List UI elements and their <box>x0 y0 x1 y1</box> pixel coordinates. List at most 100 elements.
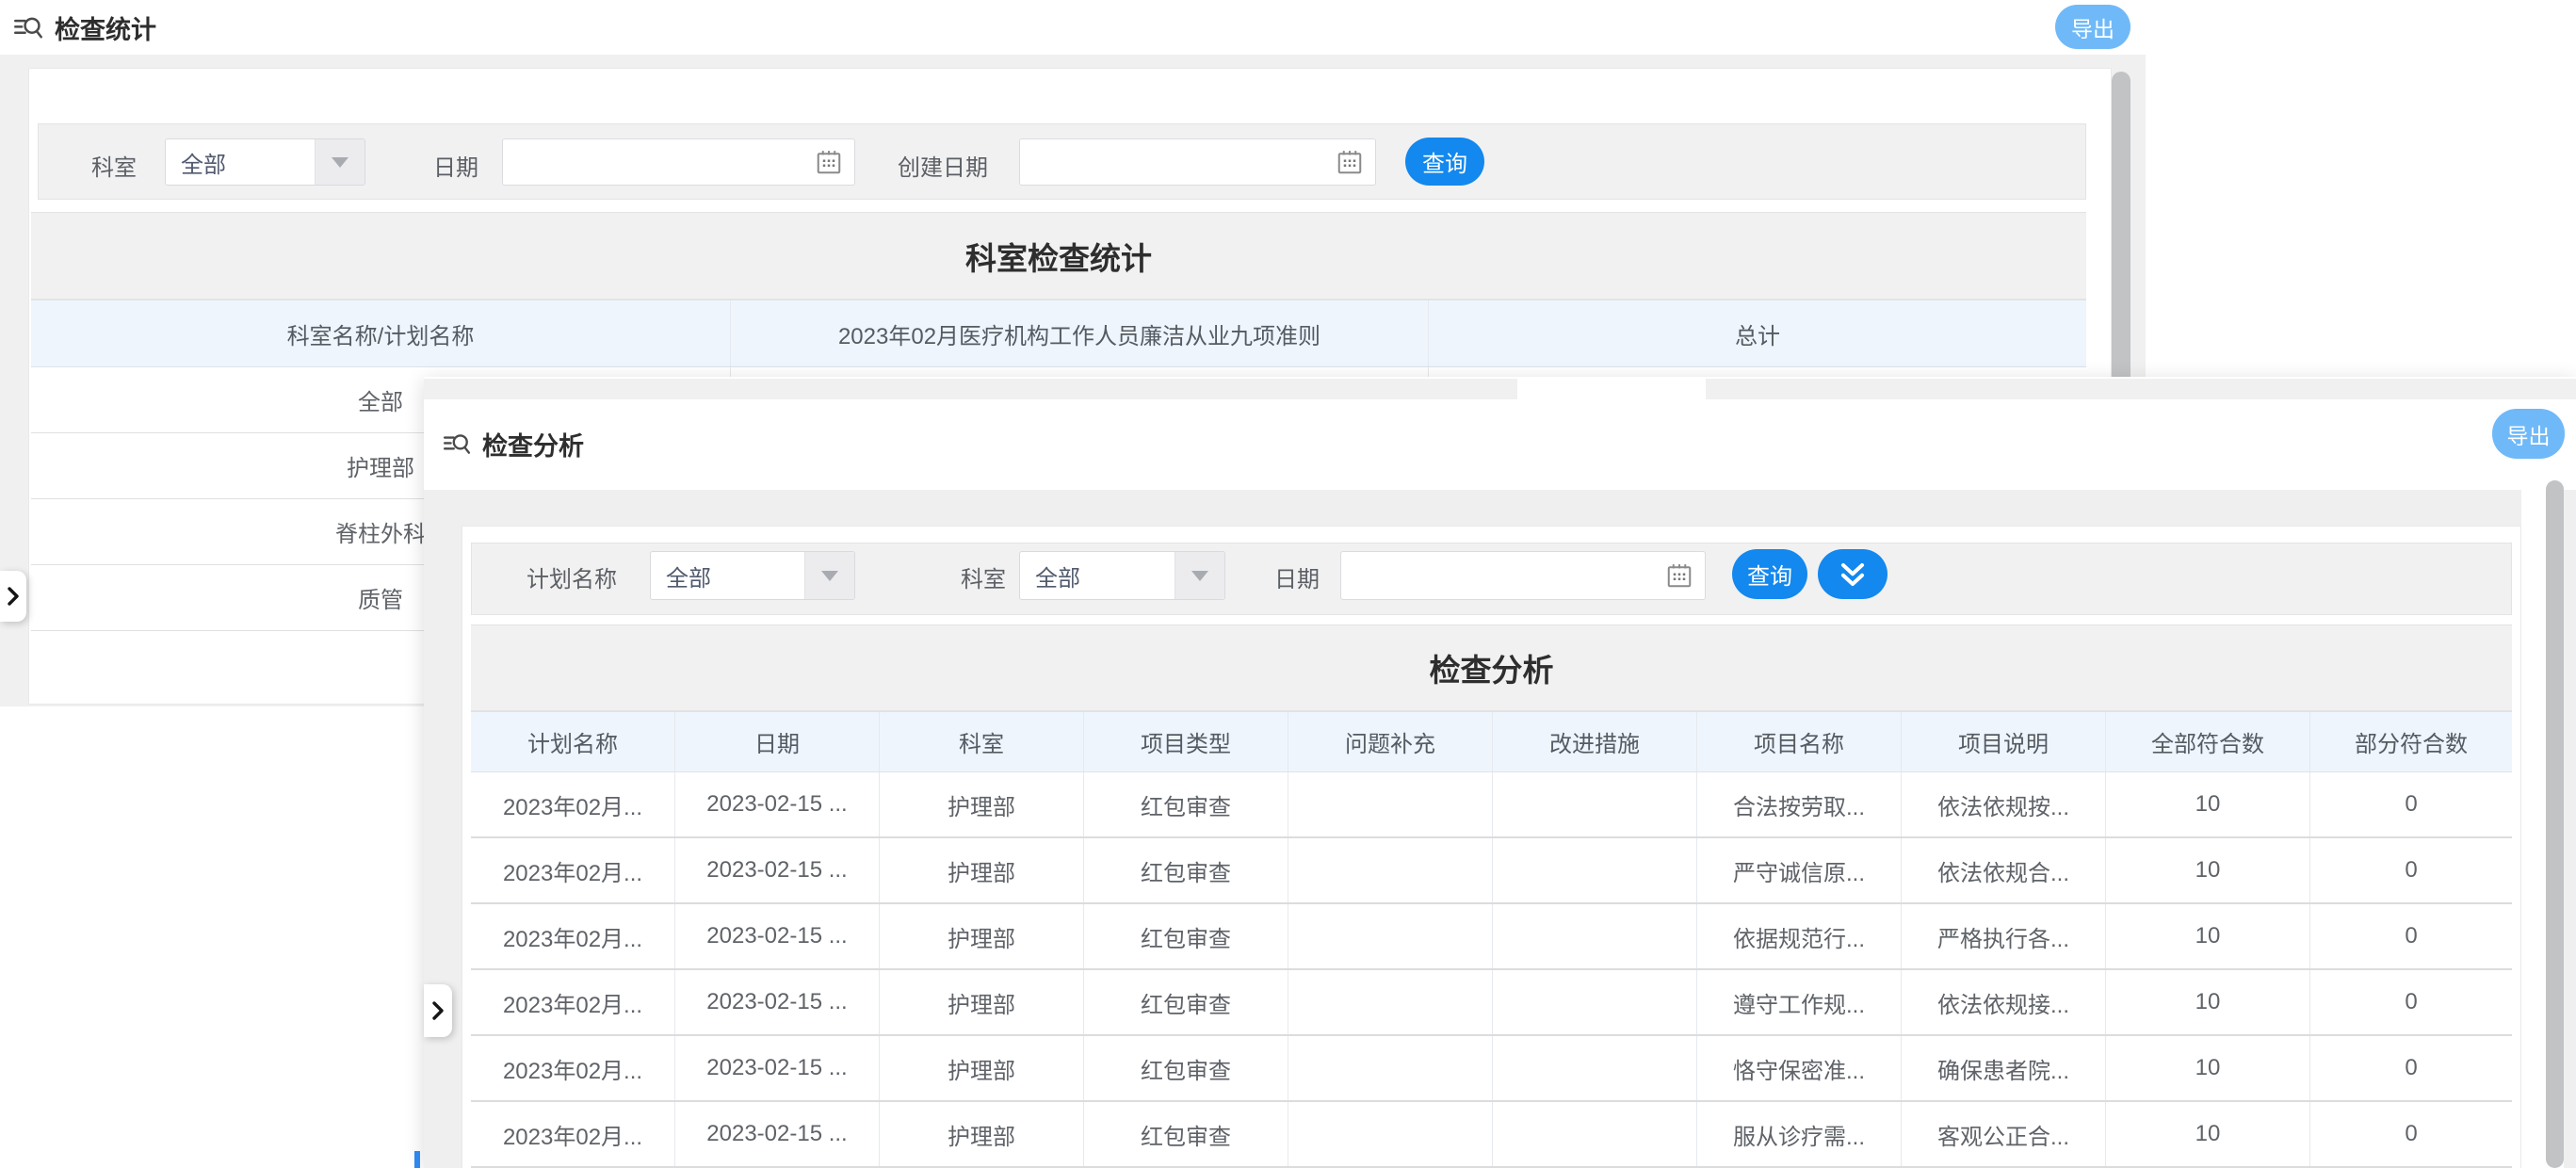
table-cell: 红包审查 <box>1084 772 1288 836</box>
window2-top-scroll-track-right <box>1706 379 2576 399</box>
table-cell: 2023年02月... <box>471 904 675 968</box>
table-cell: 护理部 <box>880 838 1084 902</box>
blue-tick <box>414 1151 420 1168</box>
table-cell <box>1493 904 1697 968</box>
plan-filter-label: 计划名称 <box>527 560 617 593</box>
column-header: 项目名称 <box>1697 712 1902 771</box>
chevron-right-icon <box>6 585 21 608</box>
date-filter-label: 日期 <box>433 149 478 182</box>
table-cell <box>1493 772 1697 836</box>
page: { "colors": { "accent_blue": "#1388ee", … <box>0 0 2576 1168</box>
column-header: 项目类型 <box>1084 712 1288 771</box>
window2-expand-handle[interactable] <box>424 984 452 1037</box>
dept-select[interactable]: 全部 <box>1019 551 1225 600</box>
column-header: 2023年02月医疗机构工作人员廉洁从业九项准则 <box>731 300 1429 366</box>
calendar-icon <box>1336 148 1364 176</box>
column-header: 项目说明 <box>1902 712 2106 771</box>
column-header: 改进措施 <box>1493 712 1697 771</box>
dept-filter-label: 科室 <box>91 149 137 182</box>
window2-table-header: 计划名称日期科室项目类型问题补充改进措施项目名称项目说明全部符合数部分符合数 <box>471 711 2512 772</box>
table-row[interactable]: 2023年02月...2023-02-15 ...护理部红包审查依据规范行...… <box>471 904 2512 970</box>
table-cell: 2023年02月... <box>471 838 675 902</box>
table-cell <box>1493 838 1697 902</box>
window2-export-button[interactable]: 导出 <box>2492 409 2565 459</box>
table-cell <box>1288 1102 1493 1166</box>
table-row[interactable]: 2023年02月...2023-02-15 ...护理部红包审查遵守工作规...… <box>471 970 2512 1036</box>
chevron-right-icon <box>430 999 446 1022</box>
column-header: 日期 <box>675 712 880 771</box>
window2-vertical-scrollbar[interactable] <box>2546 480 2564 1168</box>
table-cell: 2023-02-15 ... <box>675 772 880 836</box>
search-list-icon <box>13 12 43 42</box>
table-cell: 10 <box>2106 970 2310 1034</box>
window2-table-title: 检查分析 <box>471 625 2512 711</box>
created-date-input[interactable] <box>1019 138 1376 186</box>
column-header: 问题补充 <box>1288 712 1493 771</box>
window-inspection-analysis: 检查分析 导出 计划名称 全部 科室 全部 日期 查询 检查分析 <box>424 377 2576 1168</box>
table-cell: 红包审查 <box>1084 838 1288 902</box>
window1-export-button[interactable]: 导出 <box>2055 5 2130 49</box>
window2-query-button[interactable]: 查询 <box>1732 549 1807 599</box>
double-chevron-down-icon <box>1837 559 1869 591</box>
table-cell: 2023年02月... <box>471 1102 675 1166</box>
table-cell: 确保患者院... <box>1902 1036 2106 1100</box>
window1-table-title: 科室检查统计 <box>31 212 2086 300</box>
column-header: 总计 <box>1429 300 2086 366</box>
table-cell <box>1288 838 1493 902</box>
window1-filterbar: 科室 全部 日期 创建日期 查询 <box>38 123 2086 200</box>
table-cell: 红包审查 <box>1084 904 1288 968</box>
table-cell: 遵守工作规... <box>1697 970 1902 1034</box>
table-cell <box>1493 1102 1697 1166</box>
window2-titlebar: 检查分析 <box>443 426 584 462</box>
created-date-filter-label: 创建日期 <box>898 149 988 182</box>
table-cell: 10 <box>2106 1036 2310 1100</box>
table-cell: 0 <box>2310 1036 2512 1100</box>
column-header: 科室 <box>880 712 1084 771</box>
table-cell: 依法依规合... <box>1902 838 2106 902</box>
date-input[interactable] <box>1340 551 1706 600</box>
table-cell: 2023-02-15 ... <box>675 1102 880 1166</box>
table-cell <box>1288 772 1493 836</box>
table-cell: 10 <box>2106 1102 2310 1166</box>
plan-select[interactable]: 全部 <box>650 551 855 600</box>
table-cell: 2023-02-15 ... <box>675 838 880 902</box>
table-cell: 2023年02月... <box>471 970 675 1034</box>
table-cell: 客观公正合... <box>1902 1102 2106 1166</box>
date-filter-label: 日期 <box>1274 560 1320 593</box>
table-row[interactable]: 2023年02月...2023-02-15 ...护理部红包审查 严守诚信原...… <box>471 838 2512 904</box>
date-input[interactable] <box>502 138 855 186</box>
table-cell: 红包审查 <box>1084 1036 1288 1100</box>
table-row[interactable]: 2023年02月...2023-02-15 ...护理部红包审查恪守保密准...… <box>471 1036 2512 1102</box>
window2-table-body: 2023年02月...2023-02-15 ...护理部红包审查合法按劳取...… <box>471 772 2512 1168</box>
table-row[interactable]: 2023年02月...2023-02-15 ...护理部红包审查服从诊疗需...… <box>471 1102 2512 1168</box>
table-cell <box>1493 1036 1697 1100</box>
table-cell <box>1288 970 1493 1034</box>
window1-vertical-scrollbar[interactable] <box>2112 72 2130 388</box>
window1-query-button[interactable]: 查询 <box>1405 138 1484 186</box>
table-cell: 护理部 <box>880 904 1084 968</box>
table-cell: 护理部 <box>880 970 1084 1034</box>
window1-titlebar: 检查统计 <box>13 9 156 45</box>
window1-expand-handle[interactable] <box>0 571 26 622</box>
table-cell: 护理部 <box>880 1036 1084 1100</box>
dept-filter-label: 科室 <box>961 560 1006 593</box>
table-cell: 10 <box>2106 904 2310 968</box>
column-header: 部分符合数 <box>2310 712 2512 771</box>
table-cell: 2023-02-15 ... <box>675 904 880 968</box>
table-cell: 护理部 <box>880 1102 1084 1166</box>
window1-title: 检查统计 <box>55 9 156 46</box>
table-row[interactable]: 2023年02月...2023-02-15 ...护理部红包审查合法按劳取...… <box>471 772 2512 838</box>
chevron-down-icon <box>1175 552 1224 599</box>
table-cell <box>1493 970 1697 1034</box>
table-cell: 红包审查 <box>1084 970 1288 1034</box>
table-cell <box>1288 904 1493 968</box>
table-cell: 严格执行各... <box>1902 904 2106 968</box>
table-cell: 依法依规接... <box>1902 970 2106 1034</box>
dept-select[interactable]: 全部 <box>165 138 365 186</box>
column-header: 计划名称 <box>471 712 675 771</box>
window2-top-scroll-track-left <box>424 379 1517 399</box>
table-cell: 严守诚信原... <box>1697 838 1902 902</box>
table-cell: 10 <box>2106 838 2310 902</box>
more-filters-button[interactable] <box>1818 549 1887 599</box>
window1-table-header: 科室名称/计划名称2023年02月医疗机构工作人员廉洁从业九项准则总计 <box>31 300 2086 367</box>
